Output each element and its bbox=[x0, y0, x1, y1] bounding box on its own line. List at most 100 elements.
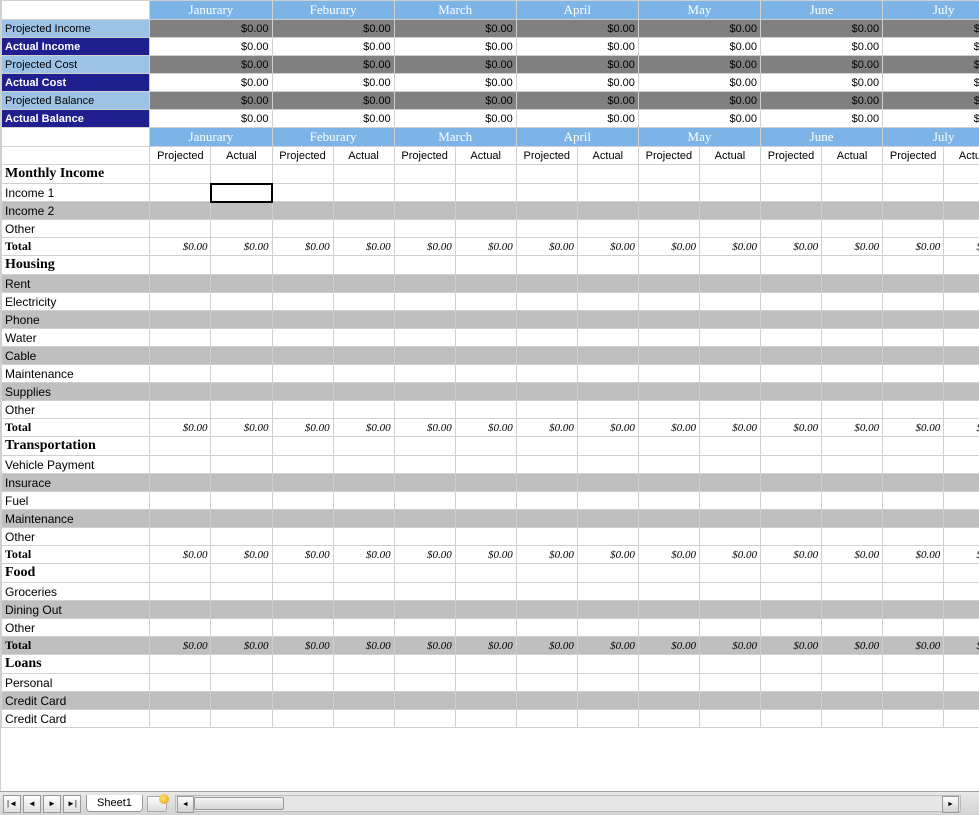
data-cell[interactable] bbox=[577, 456, 638, 474]
summary-cell[interactable]: $0.00 bbox=[516, 110, 638, 128]
data-cell[interactable] bbox=[516, 583, 577, 601]
data-cell[interactable] bbox=[944, 474, 979, 492]
data-cell[interactable] bbox=[333, 329, 394, 347]
data-cell[interactable] bbox=[333, 528, 394, 546]
summary-label[interactable]: Actual Cost bbox=[2, 74, 150, 92]
total-cell[interactable]: $0.00 bbox=[822, 546, 883, 564]
total-cell[interactable]: $0.00 bbox=[638, 637, 699, 655]
data-cell[interactable] bbox=[944, 184, 979, 202]
summary-cell[interactable]: $0.00 bbox=[394, 74, 516, 92]
total-cell[interactable]: $0.00 bbox=[394, 637, 455, 655]
data-cell[interactable] bbox=[638, 456, 699, 474]
data-cell[interactable] bbox=[761, 619, 822, 637]
empty-cell[interactable] bbox=[577, 655, 638, 674]
total-cell[interactable]: $0.00 bbox=[272, 419, 333, 437]
data-cell[interactable] bbox=[822, 692, 883, 710]
total-cell[interactable]: $0.00 bbox=[272, 637, 333, 655]
total-cell[interactable]: $0.00 bbox=[944, 546, 979, 564]
data-cell[interactable] bbox=[333, 619, 394, 637]
data-cell[interactable] bbox=[394, 456, 455, 474]
total-cell[interactable]: $0.00 bbox=[333, 238, 394, 256]
month-header-2[interactable]: July bbox=[883, 128, 979, 147]
data-cell[interactable] bbox=[455, 474, 516, 492]
month-header[interactable]: July bbox=[883, 1, 979, 20]
data-cell[interactable] bbox=[211, 456, 272, 474]
data-cell[interactable] bbox=[699, 674, 760, 692]
total-cell[interactable]: $0.00 bbox=[822, 419, 883, 437]
summary-cell[interactable]: $0.00 bbox=[272, 56, 394, 74]
data-cell[interactable] bbox=[394, 220, 455, 238]
data-cell[interactable] bbox=[883, 674, 944, 692]
data-cell[interactable] bbox=[516, 275, 577, 293]
data-cell[interactable] bbox=[150, 619, 211, 637]
empty-cell[interactable] bbox=[455, 165, 516, 184]
data-cell[interactable] bbox=[761, 383, 822, 401]
section-title[interactable]: Food bbox=[2, 564, 150, 583]
data-cell[interactable] bbox=[761, 510, 822, 528]
data-cell[interactable] bbox=[455, 365, 516, 383]
data-cell[interactable] bbox=[699, 710, 760, 728]
data-cell[interactable] bbox=[883, 184, 944, 202]
data-cell[interactable] bbox=[516, 619, 577, 637]
data-cell[interactable] bbox=[577, 184, 638, 202]
data-cell[interactable] bbox=[150, 275, 211, 293]
empty-cell[interactable] bbox=[516, 655, 577, 674]
data-cell[interactable] bbox=[577, 383, 638, 401]
data-cell[interactable] bbox=[699, 383, 760, 401]
data-cell[interactable] bbox=[455, 601, 516, 619]
data-cell[interactable] bbox=[516, 329, 577, 347]
data-cell[interactable] bbox=[272, 401, 333, 419]
total-cell[interactable]: $0.00 bbox=[455, 546, 516, 564]
spreadsheet-grid[interactable]: JanuraryFeburaryMarchAprilMayJuneJulyAug… bbox=[0, 0, 979, 791]
summary-label[interactable]: Projected Balance bbox=[2, 92, 150, 110]
data-cell[interactable] bbox=[761, 365, 822, 383]
data-cell[interactable] bbox=[944, 220, 979, 238]
month-header-2[interactable]: March bbox=[394, 128, 516, 147]
sheet-tab[interactable]: Sheet1 bbox=[86, 795, 143, 812]
data-cell[interactable] bbox=[455, 692, 516, 710]
item-label[interactable]: Cable bbox=[2, 347, 150, 365]
data-cell[interactable] bbox=[638, 692, 699, 710]
data-cell[interactable] bbox=[822, 528, 883, 546]
data-cell[interactable] bbox=[272, 619, 333, 637]
summary-cell[interactable]: $0.00 bbox=[150, 38, 272, 56]
data-cell[interactable] bbox=[211, 710, 272, 728]
empty-cell[interactable] bbox=[516, 437, 577, 456]
data-cell[interactable] bbox=[577, 619, 638, 637]
summary-cell[interactable]: $0.00 bbox=[272, 38, 394, 56]
data-cell[interactable] bbox=[211, 692, 272, 710]
nav-first-icon[interactable]: |◄ bbox=[3, 795, 21, 813]
item-label[interactable]: Personal bbox=[2, 674, 150, 692]
data-cell[interactable] bbox=[516, 311, 577, 329]
nav-last-icon[interactable]: ►| bbox=[63, 795, 81, 813]
empty-cell[interactable] bbox=[211, 437, 272, 456]
data-cell[interactable] bbox=[333, 710, 394, 728]
data-cell[interactable] bbox=[211, 619, 272, 637]
data-cell[interactable] bbox=[822, 202, 883, 220]
data-cell[interactable] bbox=[333, 456, 394, 474]
subheader-actual[interactable]: Actual bbox=[333, 147, 394, 165]
month-header[interactable]: June bbox=[761, 1, 883, 20]
data-cell[interactable] bbox=[394, 293, 455, 311]
data-cell[interactable] bbox=[638, 619, 699, 637]
data-cell[interactable] bbox=[394, 619, 455, 637]
data-cell[interactable] bbox=[883, 293, 944, 311]
total-cell[interactable]: $0.00 bbox=[516, 238, 577, 256]
data-cell[interactable] bbox=[333, 275, 394, 293]
data-cell[interactable] bbox=[333, 365, 394, 383]
data-cell[interactable] bbox=[944, 528, 979, 546]
data-cell[interactable] bbox=[455, 202, 516, 220]
data-cell[interactable] bbox=[211, 202, 272, 220]
data-cell[interactable] bbox=[577, 510, 638, 528]
summary-cell[interactable]: $0.00 bbox=[638, 74, 760, 92]
summary-cell[interactable]: $0.00 bbox=[883, 56, 979, 74]
empty-cell[interactable] bbox=[638, 655, 699, 674]
month-header-2[interactable]: June bbox=[761, 128, 883, 147]
data-cell[interactable] bbox=[699, 492, 760, 510]
empty-cell[interactable] bbox=[211, 655, 272, 674]
data-cell[interactable] bbox=[638, 601, 699, 619]
data-cell[interactable] bbox=[944, 674, 979, 692]
data-cell[interactable] bbox=[638, 510, 699, 528]
empty-cell[interactable] bbox=[455, 256, 516, 275]
total-cell[interactable]: $0.00 bbox=[211, 546, 272, 564]
